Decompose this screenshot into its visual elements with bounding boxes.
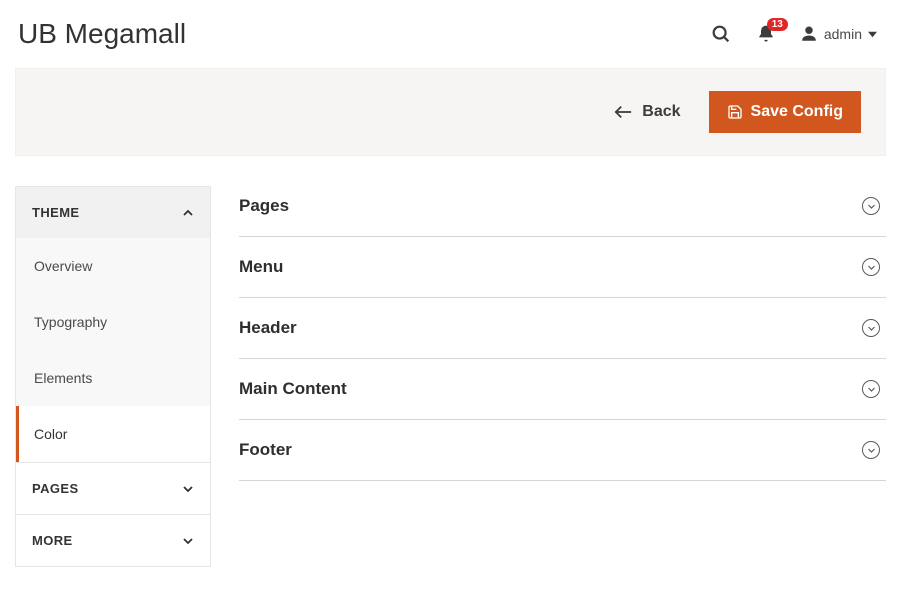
arrow-left-icon xyxy=(614,105,632,119)
panel-header[interactable]: Header xyxy=(239,298,886,359)
notifications-button[interactable]: 13 xyxy=(756,24,776,44)
back-label: Back xyxy=(642,103,680,121)
sidebar-header-pages[interactable]: PAGES xyxy=(15,463,211,515)
expand-toggle[interactable] xyxy=(862,258,880,276)
caret-down-icon xyxy=(868,30,877,39)
sidebar-section-theme: THEME Overview Typography Elements Color xyxy=(15,186,211,463)
panel-pages[interactable]: Pages xyxy=(239,186,886,237)
user-label: admin xyxy=(824,26,862,42)
chevron-down-icon xyxy=(867,324,876,333)
save-label: Save Config xyxy=(751,103,843,121)
chevron-down-icon xyxy=(867,446,876,455)
chevron-down-icon xyxy=(867,385,876,394)
sidebar-header-theme[interactable]: THEME xyxy=(16,187,210,238)
chevron-down-icon xyxy=(867,263,876,272)
content-area: THEME Overview Typography Elements Color… xyxy=(0,156,901,587)
expand-toggle[interactable] xyxy=(862,380,880,398)
expand-toggle[interactable] xyxy=(862,441,880,459)
sidebar-item-color[interactable]: Color xyxy=(16,406,210,462)
page-header: UB Megamall 13 admin xyxy=(0,0,901,68)
panel-footer[interactable]: Footer xyxy=(239,420,886,481)
save-config-button[interactable]: Save Config xyxy=(709,91,861,133)
chevron-down-icon xyxy=(182,483,194,495)
header-actions: 13 admin xyxy=(710,23,877,45)
sidebar-item-elements[interactable]: Elements xyxy=(16,350,210,406)
panel-label: Pages xyxy=(239,196,289,216)
sidebar-item-overview[interactable]: Overview xyxy=(16,238,210,294)
sidebar-section-label: THEME xyxy=(32,205,80,220)
panel-label: Header xyxy=(239,318,297,338)
chevron-down-icon xyxy=(182,535,194,547)
expand-toggle[interactable] xyxy=(862,197,880,215)
back-button[interactable]: Back xyxy=(614,103,680,121)
expand-toggle[interactable] xyxy=(862,319,880,337)
sidebar-item-typography[interactable]: Typography xyxy=(16,294,210,350)
page-title: UB Megamall xyxy=(18,18,186,50)
sidebar-header-more[interactable]: MORE xyxy=(15,515,211,567)
sidebar-items-theme: Overview Typography Elements Color xyxy=(16,238,210,462)
user-menu[interactable]: admin xyxy=(800,25,877,43)
notification-badge: 13 xyxy=(767,18,788,31)
main-panel: Pages Menu Header Main Content Footer xyxy=(239,186,886,481)
sidebar: THEME Overview Typography Elements Color… xyxy=(15,186,211,567)
chevron-up-icon xyxy=(182,207,194,219)
panel-label: Footer xyxy=(239,440,292,460)
sidebar-section-label: MORE xyxy=(32,533,73,548)
panel-menu[interactable]: Menu xyxy=(239,237,886,298)
search-icon xyxy=(710,23,732,45)
save-icon xyxy=(727,104,743,120)
panel-label: Menu xyxy=(239,257,283,277)
action-toolbar: Back Save Config xyxy=(15,68,886,156)
chevron-down-icon xyxy=(867,202,876,211)
sidebar-section-label: PAGES xyxy=(32,481,79,496)
search-button[interactable] xyxy=(710,23,732,45)
panel-label: Main Content xyxy=(239,379,347,399)
user-icon xyxy=(800,25,818,43)
panel-main-content[interactable]: Main Content xyxy=(239,359,886,420)
